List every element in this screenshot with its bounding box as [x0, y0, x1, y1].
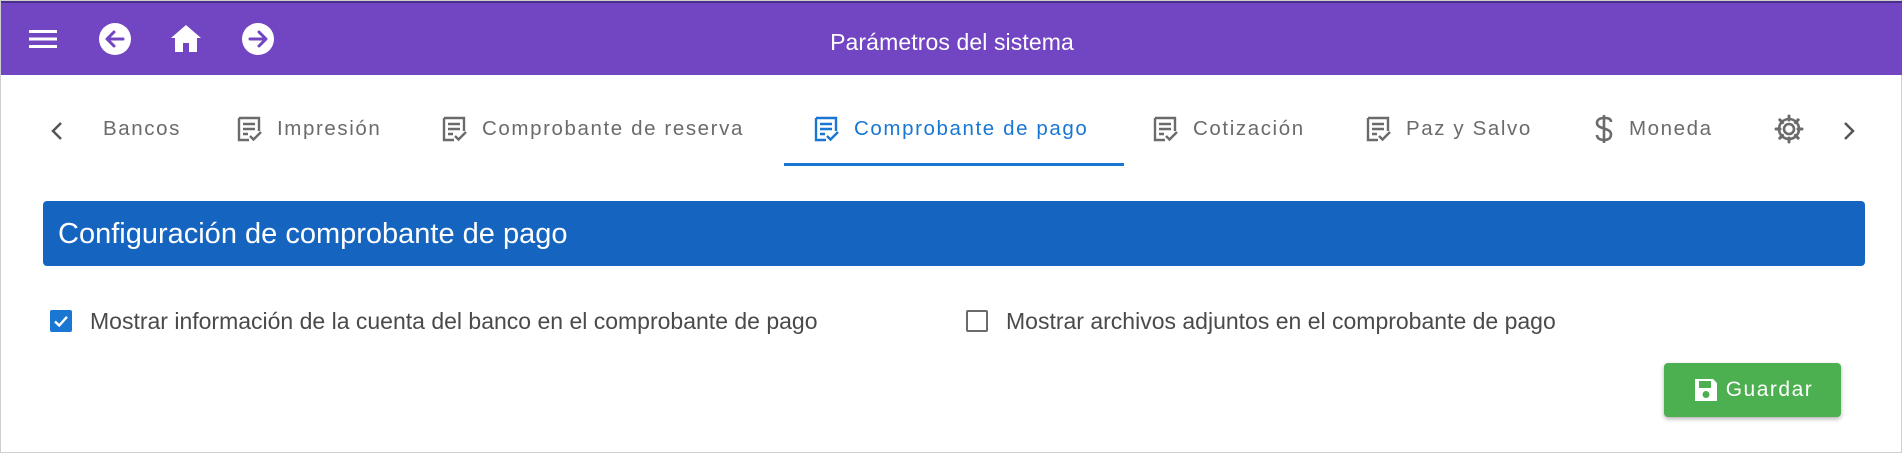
active-tab-indicator [784, 163, 1124, 166]
tab-label: Comprobante de reserva [482, 117, 744, 140]
tab-label: Moneda [1629, 117, 1713, 140]
section-title: Configuración de comprobante de pago [58, 218, 568, 250]
page-title: Parámetros del sistema [830, 29, 1074, 55]
tab-comprobante-de-reserva[interactable]: Comprobante de reserva [440, 105, 744, 153]
check-icon [54, 315, 68, 328]
option-show-attachments[interactable]: Mostrar archivos adjuntos en el comproba… [966, 306, 1556, 336]
tab-moneda[interactable]: Moneda [1593, 105, 1713, 153]
gear-icon [1774, 114, 1804, 144]
save-label: Guardar [1725, 378, 1814, 401]
tab-label: Bancos [103, 117, 181, 140]
scroll-right-icon[interactable] [1833, 115, 1865, 147]
tab-label: Comprobante de pago [854, 117, 1089, 140]
document-check-icon [237, 116, 262, 142]
document-check-icon [442, 116, 467, 142]
section-header: Configuración de comprobante de pago [43, 201, 1865, 266]
save-button[interactable]: Guardar [1664, 363, 1841, 417]
tab-comprobante-de-pago[interactable]: Comprobante de pago [812, 105, 1088, 153]
checkbox-checked[interactable] [50, 310, 72, 332]
tab-impresion[interactable]: Impresión [235, 105, 381, 153]
tab-bancos[interactable]: Bancos [103, 105, 181, 153]
scroll-left-icon[interactable] [41, 115, 73, 147]
page: Parámetros del sistema Bancos Impresión … [0, 0, 1902, 453]
checkbox-unchecked[interactable] [966, 310, 988, 332]
document-check-icon [814, 116, 839, 142]
tab-bar: Bancos Impresión Comprobante de reserva … [1, 75, 1902, 166]
tab-label: Paz y Salvo [1406, 117, 1532, 140]
save-icon [1694, 379, 1717, 401]
tab-label: Cotización [1193, 117, 1305, 140]
document-check-icon [1366, 116, 1391, 142]
tab-paz-y-salvo[interactable]: Paz y Salvo [1364, 105, 1532, 153]
app-bar: Parámetros del sistema [1, 1, 1902, 75]
option-label: Mostrar información de la cuenta del ban… [90, 307, 818, 334]
tab-settings[interactable] [1773, 105, 1819, 153]
tab-label: Impresión [277, 117, 382, 140]
option-show-bank-account[interactable]: Mostrar información de la cuenta del ban… [50, 306, 818, 336]
dollar-icon [1595, 115, 1613, 143]
document-check-icon [1153, 116, 1178, 142]
option-label: Mostrar archivos adjuntos en el comproba… [1006, 307, 1556, 334]
tab-cotizacion[interactable]: Cotización [1151, 105, 1305, 153]
